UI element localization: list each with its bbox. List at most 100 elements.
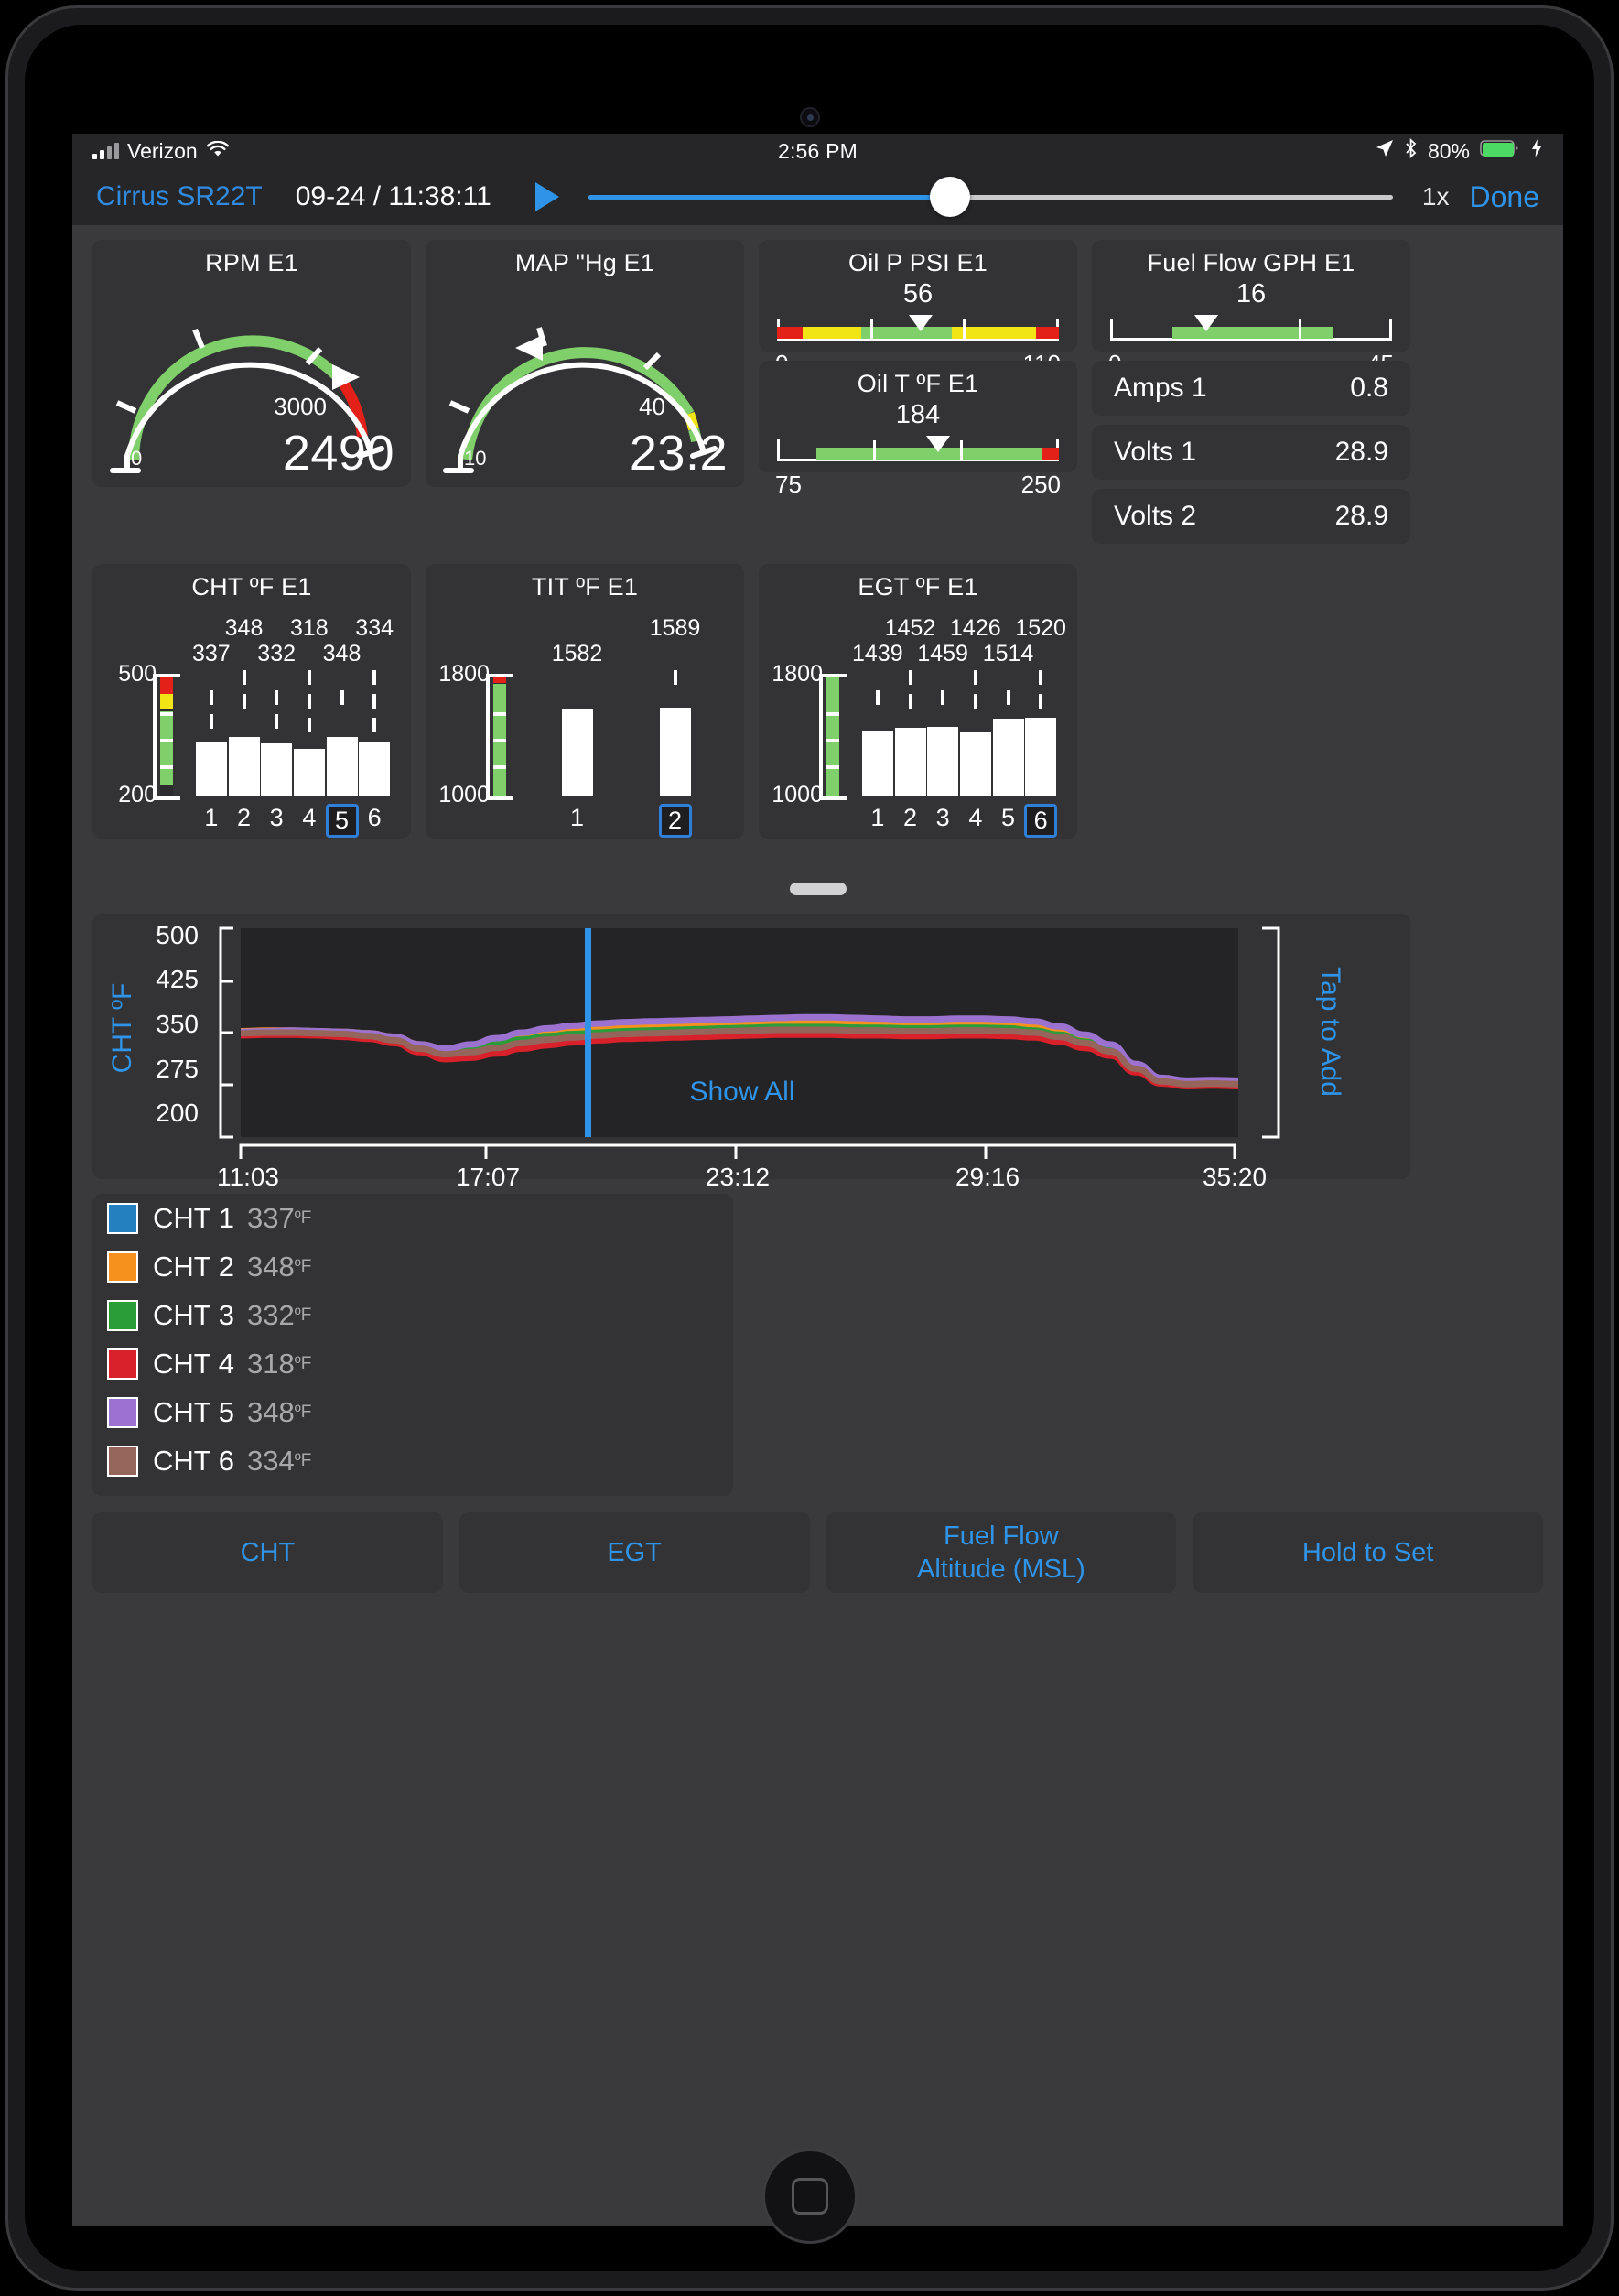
legend-series-unit: ºF xyxy=(294,1208,312,1228)
fuel-flow-altitude-button[interactable]: Fuel Flow Altitude (MSL) xyxy=(826,1512,1177,1593)
hold-to-set-button[interactable]: Hold to Set xyxy=(1193,1512,1543,1593)
playback-slider[interactable] xyxy=(588,177,1393,217)
gauge-panel-map[interactable]: MAP "Hg E1 40 10 23.2 xyxy=(426,240,744,487)
readout-label-volts-1: Volts 1 xyxy=(1114,437,1197,467)
status-bar: Verizon 2:56 PM 80% xyxy=(72,134,1563,168)
list-item[interactable]: CHT 4 318 ºF xyxy=(92,1339,733,1388)
bar-chart-cylinder-4[interactable]: 4 xyxy=(959,804,992,832)
readout-label-amps-1: Amps 1 xyxy=(1114,373,1207,403)
cht-button[interactable]: CHT xyxy=(92,1512,443,1593)
bar-chart-stem-dash xyxy=(1039,694,1043,709)
bar-chart-strip-cap-0 xyxy=(819,674,847,677)
readout-volts-1[interactable]: Volts 1 28.9 xyxy=(1092,425,1410,480)
list-item[interactable]: CHT 6 334 ºF xyxy=(92,1436,733,1485)
status-bar-right: 80% xyxy=(858,137,1543,164)
bar-chart-stem-dash xyxy=(372,694,377,709)
panel-drag-handle[interactable] xyxy=(789,883,847,895)
gauge-value-oil-temp: 184 xyxy=(895,400,941,429)
bar-chart-cylinder-2[interactable]: 2 xyxy=(658,804,692,838)
done-button[interactable]: Done xyxy=(1470,180,1540,214)
list-item[interactable]: CHT 1 337 ºF xyxy=(92,1194,733,1242)
bar-chart-ytick-bottom: 1000 xyxy=(438,782,490,807)
legend-series-name: CHT 4 xyxy=(153,1347,235,1380)
gauge-panel-fuel-flow[interactable]: Fuel Flow GPH E1 16 0 45 xyxy=(1092,240,1410,377)
tap-to-add-button[interactable]: Tap to Add xyxy=(1314,949,1345,1114)
bar-chart-panel-tit[interactable]: TIT ºF E1 1800 1000 1582 1 1589 2 xyxy=(426,564,744,839)
trend-y-axis-bracket xyxy=(219,926,233,1139)
bar-chart-cylinder-5[interactable]: 5 xyxy=(992,804,1025,832)
bar-chart-column xyxy=(359,742,391,796)
bar-chart-range-notch xyxy=(493,738,506,742)
slider-knob[interactable] xyxy=(930,177,971,217)
bar-chart-cylinder-1[interactable]: 1 xyxy=(861,804,894,832)
bar-chart-value-label: 348 xyxy=(322,641,362,666)
bar-chart-value-label: 334 xyxy=(355,615,394,641)
bar-chart-cylinder-2[interactable]: 2 xyxy=(894,804,927,832)
bar-chart-cylinder-4[interactable]: 4 xyxy=(293,804,326,832)
egt-button[interactable]: EGT xyxy=(459,1512,810,1593)
bar-chart-cylinder-3[interactable]: 3 xyxy=(926,804,959,832)
bar-chart-column xyxy=(1025,718,1057,796)
bar-chart-ytick-bottom: 1000 xyxy=(772,782,823,807)
gauge-panel-oil-temp[interactable]: Oil T ºF E1 184 75 250 xyxy=(759,361,1077,498)
bar-chart-cylinder-2[interactable]: 2 xyxy=(228,804,261,832)
bar-chart-cylinder-1[interactable]: 1 xyxy=(195,804,228,832)
aircraft-name-button[interactable]: Cirrus SR22T xyxy=(96,181,263,212)
home-button[interactable] xyxy=(761,2149,858,2244)
readout-volts-2[interactable]: Volts 2 28.9 xyxy=(1092,489,1410,544)
bar-chart-range-notch xyxy=(826,738,839,742)
trend-chart-panel[interactable]: CHT ºF 500 425 350 275 200 Show All Tap xyxy=(92,914,1410,1191)
gauge-max-label-rpm: 3000 xyxy=(274,393,327,420)
gauge-min-label-rpm: 0 xyxy=(131,447,143,470)
bar-chart-range-notch xyxy=(826,764,839,769)
bar-chart-panel-cht[interactable]: CHT ºF E1 500 200 337 1 348 2 332 3 318 4 348 5 334 6 xyxy=(92,564,411,839)
legend-series-name: CHT 6 xyxy=(153,1444,235,1477)
list-item[interactable]: CHT 3 332 ºF xyxy=(92,1291,733,1339)
bar-chart-cylinder-5[interactable]: 5 xyxy=(325,804,359,838)
bar-chart-range-band xyxy=(826,676,839,796)
app-toolbar: Cirrus SR22T 09-24 / 11:38:11 1x Done xyxy=(72,168,1563,225)
play-icon[interactable] xyxy=(534,182,559,211)
list-item[interactable]: CHT 5 348 ºF xyxy=(92,1388,733,1436)
battery-percent-label: 80% xyxy=(1427,138,1470,163)
bar-chart-stem-dash xyxy=(275,714,279,729)
gauge-value-map: 23.2 xyxy=(629,426,728,481)
bar-chart-stem-dash xyxy=(875,690,880,705)
bar-chart-strip-cap-0 xyxy=(153,674,180,677)
readout-value-volts-2: 28.9 xyxy=(1334,501,1388,531)
playback-speed-button[interactable]: 1x xyxy=(1422,182,1450,211)
gauge-title-rpm: RPM E1 xyxy=(205,249,298,276)
bar-chart-cylinder-1[interactable]: 1 xyxy=(561,804,594,832)
bar-chart-strip-cap-1 xyxy=(819,796,847,800)
legend-series-unit: ºF xyxy=(294,1402,312,1422)
legend-panel[interactable]: CHT 1 337 ºF CHT 2 348 ºF CHT 3 332 ºF C… xyxy=(92,1194,733,1496)
legend-series-name: CHT 2 xyxy=(153,1250,235,1283)
bar-chart-range-strip xyxy=(160,676,173,796)
legend-series-unit: ºF xyxy=(294,1305,312,1325)
bar-chart-range-band xyxy=(160,676,173,694)
bar-chart-stem-dash xyxy=(941,690,945,705)
legend-color-swatch xyxy=(107,1251,138,1283)
bar-chart-cylinder-3[interactable]: 3 xyxy=(260,804,293,832)
gauge-panel-rpm[interactable]: RPM E1 3000 0 2490 xyxy=(92,240,411,487)
show-all-button[interactable]: Show All xyxy=(550,1077,934,1108)
trend-ytick-2: 350 xyxy=(156,1010,199,1038)
oil-temp-bands xyxy=(777,448,1059,460)
wifi-icon xyxy=(206,139,230,164)
trend-ytick-3: 275 xyxy=(156,1055,199,1083)
bar-chart-panel-egt[interactable]: EGT ºF E1 1800 1000 1439 1 1452 2 1459 3 1426 4 15… xyxy=(759,564,1077,839)
bar-chart-plot-tit: 1800 1000 1582 1 1589 2 xyxy=(426,604,744,839)
bar-chart-cylinder-6[interactable]: 6 xyxy=(1024,804,1058,838)
fuel-flow-marker xyxy=(1193,315,1218,331)
gauge-bar-oil-temp xyxy=(777,436,1059,467)
bar-chart-ytick-top: 1800 xyxy=(438,661,490,687)
bar-chart-stem-dash xyxy=(242,670,246,685)
gauge-panel-oil-pressure[interactable]: Oil P PSI E1 56 xyxy=(759,240,1077,377)
bar-chart-column xyxy=(195,741,227,796)
list-item[interactable]: CHT 2 348 ºF xyxy=(92,1242,733,1291)
bluetooth-icon xyxy=(1405,137,1418,164)
bar-chart-column xyxy=(561,708,593,796)
bar-chart-cylinder-6[interactable]: 6 xyxy=(358,804,391,832)
readout-amps-1[interactable]: Amps 1 0.8 xyxy=(1092,361,1410,416)
oil-pressure-marker xyxy=(909,315,934,331)
